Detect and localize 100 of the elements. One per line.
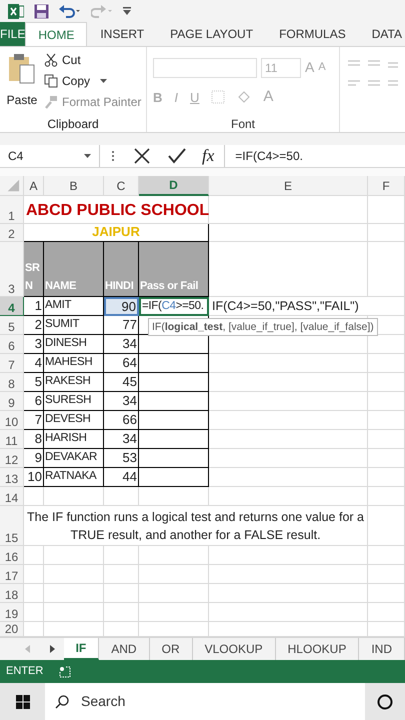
row-header[interactable]: 5 bbox=[0, 316, 24, 335]
row-header[interactable]: 15 bbox=[0, 506, 24, 546]
row-header[interactable]: 7 bbox=[0, 354, 24, 373]
grid-cell bbox=[368, 196, 405, 224]
name-box[interactable]: C4 bbox=[0, 145, 100, 167]
grid-cell bbox=[24, 546, 44, 565]
windows-start-icon[interactable] bbox=[16, 694, 30, 708]
grid-cell bbox=[139, 603, 209, 622]
ribbon-tab[interactable]: FORMULAS bbox=[266, 22, 359, 46]
ribbon-tab[interactable]: INSERT bbox=[87, 22, 158, 46]
save-icon[interactable] bbox=[34, 4, 49, 18]
grid-cell bbox=[139, 449, 209, 468]
format-painter-button[interactable]: Format Painter bbox=[44, 93, 142, 111]
row-header[interactable]: 4 bbox=[0, 297, 24, 316]
undo-icon[interactable] bbox=[59, 4, 81, 18]
table-cell: 10 bbox=[24, 468, 44, 487]
clipboard-icon bbox=[8, 53, 36, 85]
formula-field[interactable]: =IF(C4>=50. bbox=[224, 145, 405, 167]
table-cell: 66 bbox=[104, 411, 139, 430]
row-header[interactable]: 11 bbox=[0, 430, 24, 449]
column-header[interactable]: B bbox=[44, 176, 104, 196]
column-header[interactable]: E bbox=[209, 176, 368, 196]
grid-cell bbox=[104, 584, 139, 603]
row-header[interactable]: 9 bbox=[0, 392, 24, 411]
table-cell: 7 bbox=[24, 411, 44, 430]
sheet-tab[interactable]: IF bbox=[64, 638, 100, 660]
row-header[interactable]: 14 bbox=[0, 487, 24, 506]
caret-icon[interactable] bbox=[84, 154, 91, 158]
table-cell: 3 bbox=[24, 335, 44, 354]
table-cell: RAKESH bbox=[44, 373, 104, 392]
grid-cell bbox=[104, 565, 139, 584]
table-cell: 53 bbox=[104, 449, 139, 468]
grid-cell bbox=[139, 468, 209, 487]
ribbon-tab[interactable]: PAGE LAYOUT bbox=[157, 22, 266, 46]
grid-cell bbox=[368, 354, 405, 373]
row-header[interactable]: 17 bbox=[0, 565, 24, 584]
sheet-title: ABCD PUBLIC SCHOOL bbox=[24, 196, 209, 224]
column-header[interactable]: C bbox=[104, 176, 139, 196]
grid-cell bbox=[24, 487, 44, 506]
insert-function-button[interactable]: fx bbox=[202, 143, 214, 169]
grid-cell bbox=[139, 373, 209, 392]
row-header[interactable]: 1 bbox=[0, 196, 24, 224]
row-header[interactable]: 18 bbox=[0, 584, 24, 603]
caret-icon[interactable] bbox=[100, 79, 108, 83]
font-name-field[interactable] bbox=[153, 58, 257, 78]
grid-cell bbox=[139, 411, 209, 430]
grid-cell bbox=[139, 546, 209, 565]
cancel-icon[interactable] bbox=[134, 148, 150, 164]
column-header[interactable]: A bbox=[24, 176, 44, 196]
row-header[interactable]: 2 bbox=[0, 224, 24, 242]
column-header[interactable]: F bbox=[368, 176, 405, 196]
table-cell: DINESH bbox=[44, 335, 104, 354]
status-mode: ENTER bbox=[6, 664, 44, 680]
grid-cell bbox=[139, 565, 209, 584]
table-cell: 6 bbox=[24, 392, 44, 411]
copy-button[interactable]: Copy bbox=[44, 72, 142, 90]
ribbon-tab[interactable]: FILE bbox=[0, 22, 26, 46]
grid-cell bbox=[24, 603, 44, 622]
row-header[interactable]: 10 bbox=[0, 411, 24, 430]
row-header[interactable]: 8 bbox=[0, 373, 24, 392]
table-cell: SUMIT bbox=[44, 316, 104, 335]
table-cell: 5 bbox=[24, 373, 44, 392]
customize-icon[interactable] bbox=[123, 7, 131, 15]
table-header-cell: Pass or Fail bbox=[139, 242, 209, 297]
grid-cell bbox=[139, 487, 209, 506]
cortana-icon[interactable] bbox=[377, 694, 393, 710]
check-icon[interactable] bbox=[168, 148, 186, 164]
grid-cell bbox=[104, 603, 139, 622]
grid-cell bbox=[44, 603, 104, 622]
row-header[interactable]: 6 bbox=[0, 335, 24, 354]
row-header[interactable]: 3 bbox=[0, 242, 24, 297]
grid-cell bbox=[44, 584, 104, 603]
active-cell[interactable]: =IF(C4>=50. bbox=[139, 297, 209, 316]
row-header[interactable]: 19 bbox=[0, 603, 24, 622]
grid-cell bbox=[368, 430, 405, 449]
more-options-icon[interactable] bbox=[111, 150, 115, 162]
scroll-right-icon[interactable] bbox=[50, 645, 55, 653]
ribbon-tab[interactable]: HOME bbox=[25, 22, 88, 46]
macro-record-icon[interactable] bbox=[59, 666, 72, 678]
note-text: The IF function runs a logical test and returns one value for a TRUE result, and another for a FALSE result. bbox=[24, 506, 368, 546]
table-cell: 8 bbox=[24, 430, 44, 449]
grid-cell bbox=[139, 430, 209, 449]
row-header[interactable]: 16 bbox=[0, 546, 24, 565]
table-cell: 34 bbox=[104, 335, 139, 354]
grid-cell bbox=[368, 468, 405, 487]
search-icon bbox=[55, 694, 69, 708]
column-header[interactable]: D bbox=[139, 176, 209, 196]
row-header[interactable]: 13 bbox=[0, 468, 24, 487]
grid-cell bbox=[139, 584, 209, 603]
paste-button[interactable]: Paste bbox=[0, 47, 44, 116]
row-header[interactable]: 12 bbox=[0, 449, 24, 468]
ribbon-tab[interactable]: DATA bbox=[358, 22, 405, 46]
grid-cell bbox=[368, 546, 405, 565]
table-cell: 45 bbox=[104, 373, 139, 392]
table-header-cell: SR N bbox=[24, 242, 44, 297]
cut-button[interactable]: Cut bbox=[44, 51, 142, 69]
row-header[interactable]: 20 bbox=[0, 622, 24, 637]
grid-cell bbox=[44, 546, 104, 565]
taskbar-search-field[interactable]: Search bbox=[45, 683, 365, 720]
table-cell: 2 bbox=[24, 316, 44, 335]
